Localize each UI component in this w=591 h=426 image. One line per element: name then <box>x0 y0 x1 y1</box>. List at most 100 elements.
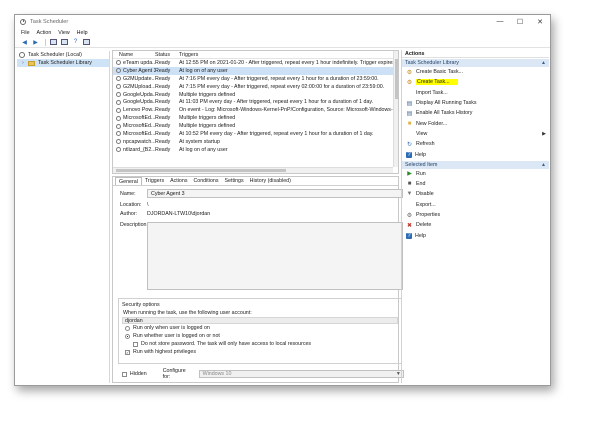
disable-icon: ▼ <box>406 191 413 198</box>
table-row[interactable]: G2MUpload... Ready At 7:15 PM every day - … <box>113 83 398 91</box>
action-run[interactable]: ▶ Run <box>402 169 549 179</box>
tree-item-root[interactable]: Task Scheduler (Local) <box>17 51 109 59</box>
collapse-icon[interactable]: ▲ <box>541 162 546 168</box>
action-label: New Folder... <box>416 120 448 127</box>
tab-triggers[interactable]: Triggers <box>142 177 167 185</box>
configure-value: Windows 10 <box>202 371 232 377</box>
action-label: Help <box>415 151 426 158</box>
table-row[interactable]: Lenovo Pow... Ready On event - Log: Micros… <box>113 106 398 114</box>
menu-action[interactable]: Action <box>37 30 52 36</box>
table-row[interactable]: eTeam upda... Ready At 12:55 PM on 2021-01… <box>113 59 398 67</box>
author-label: Author: <box>120 211 138 217</box>
section-task-scheduler-library[interactable]: Task Scheduler Library ▲ <box>402 59 549 67</box>
option-no-store-password[interactable]: Do not store password. The task will onl… <box>122 340 398 348</box>
option-no-store-label: Do not store password. The task will onl… <box>141 341 312 347</box>
column-header-name[interactable]: Name <box>113 52 155 58</box>
maximize-button[interactable]: ☐ <box>510 15 530 28</box>
scroll-thumb[interactable] <box>116 169 286 172</box>
expand-chevron-icon[interactable]: › <box>20 60 26 66</box>
horizontal-scrollbar[interactable] <box>113 167 393 173</box>
table-row[interactable]: npcapwatch... Ready At system startup <box>113 138 398 146</box>
table-row[interactable]: ntlizard_{B2... Ready At log on of any use… <box>113 146 398 154</box>
configure-label: Configure for: <box>162 368 186 380</box>
scroll-thumb[interactable] <box>395 59 398 99</box>
tab-history[interactable]: History (disabled) <box>247 177 294 185</box>
radio-whether-logged-on[interactable] <box>125 333 130 339</box>
table-row[interactable]: MicrosoftEd... Ready At 10:52 PM every day… <box>113 130 398 138</box>
checkbox-highest-privileges[interactable]: ✓ <box>125 349 130 355</box>
option-logged-on[interactable]: Run only when user is logged on <box>122 324 398 332</box>
up-folder-icon[interactable] <box>49 38 58 46</box>
library-actions: ⚙ Create Basic Task... ⚙ Create Task... Impo… <box>402 67 549 160</box>
action-help[interactable]: ? Help <box>402 230 549 240</box>
task-name: Cyber Agent 3 <box>123 67 155 74</box>
close-button[interactable]: ✕ <box>530 15 550 28</box>
configure-for-select[interactable]: Windows 10 ▼ <box>198 370 404 378</box>
name-field[interactable]: Cyber Agent 3 <box>147 189 403 198</box>
task-name: GoogleUpda... <box>123 99 155 106</box>
hidden-label: Hidden <box>129 371 147 377</box>
table-row[interactable]: GoogleUpda... Ready At 11:03 PM every day … <box>113 98 398 106</box>
action-import-task[interactable]: Import Task... <box>402 88 549 98</box>
task-status: Ready <box>155 107 171 114</box>
show-hide-action-pane-icon[interactable] <box>82 38 91 46</box>
action-new-folder[interactable]: ■ New Folder... <box>402 118 549 128</box>
table-row[interactable]: G2MUpdate... Ready At 7:16 PM every day - … <box>113 75 398 83</box>
tree-item-library[interactable]: › Task Scheduler Library <box>17 59 109 67</box>
action-export[interactable]: Export... <box>402 200 549 210</box>
menu-file[interactable]: File <box>21 30 30 36</box>
section-selected-label: Selected Item <box>405 161 438 168</box>
toolbar: ◀ ▶ ? <box>15 37 550 48</box>
action-view[interactable]: View ▶ <box>402 129 549 139</box>
radio-logged-on[interactable] <box>125 325 130 331</box>
checkbox-no-store-password[interactable] <box>133 341 138 347</box>
action-enable-all-tasks-history[interactable]: ▤ Enable All Tasks History <box>402 108 549 118</box>
table-row[interactable]: MicrosoftEd... Ready Multiple triggers def… <box>113 114 398 122</box>
action-end[interactable]: ■ End <box>402 179 549 189</box>
task-icon <box>116 76 121 82</box>
action-create-task[interactable]: ⚙ Create Task... <box>402 77 549 87</box>
table-row[interactable]: Cyber Agent 3 Ready At log on of any user <box>113 66 398 75</box>
minimize-button[interactable]: — <box>490 15 510 28</box>
section-library-label: Task Scheduler Library <box>405 60 459 66</box>
action-delete[interactable]: ✖ Delete <box>402 220 549 230</box>
back-arrow-icon[interactable]: ◀ <box>20 38 29 46</box>
menu-view[interactable]: View <box>58 30 69 36</box>
help-toolbar-icon[interactable]: ? <box>71 38 80 46</box>
action-label: Import Task... <box>416 89 448 96</box>
action-display-all-running-tasks[interactable]: ▤ Display All Running Tasks <box>402 98 549 108</box>
task-name-cell: MicrosoftEd... <box>113 123 155 129</box>
create-basic-task-icon: ⚙ <box>406 69 413 76</box>
action-help[interactable]: ? Help <box>402 149 549 159</box>
action-create-basic-task[interactable]: ⚙ Create Basic Task... <box>402 67 549 77</box>
task-name: eTeam upda... <box>123 59 155 66</box>
navigation-tree: Task Scheduler (Local) › Task Scheduler … <box>17 51 110 383</box>
collapse-icon[interactable]: ▲ <box>541 60 546 66</box>
tab-conditions[interactable]: Conditions <box>190 177 221 185</box>
vertical-scrollbar[interactable] <box>393 51 398 167</box>
task-icon <box>116 131 121 137</box>
security-options: Security options When running the task, … <box>118 298 402 364</box>
table-row[interactable]: GoogleUpda... Ready Multiple triggers defi… <box>113 91 398 99</box>
option-whether-logged-on[interactable]: Run whether user is logged on or not <box>122 332 398 340</box>
column-header-status[interactable]: Status <box>155 52 179 58</box>
task-name-cell: GoogleUpda... <box>113 92 155 98</box>
description-field[interactable] <box>147 222 403 290</box>
option-highest-privileges[interactable]: ✓ Run with highest privileges <box>122 348 398 356</box>
action-refresh[interactable]: ↻ Refresh <box>402 139 549 149</box>
action-properties[interactable]: ⚙ Properties <box>402 210 549 220</box>
tab-general[interactable]: General <box>115 177 142 185</box>
section-selected-item[interactable]: Selected Item ▲ <box>402 160 549 169</box>
forward-arrow-icon[interactable]: ▶ <box>31 38 40 46</box>
action-disable[interactable]: ▼ Disable <box>402 189 549 199</box>
run-icon: ▶ <box>407 171 412 178</box>
help-icon: ? <box>406 151 412 158</box>
tab-actions[interactable]: Actions <box>167 177 190 185</box>
menu-help[interactable]: Help <box>77 30 88 36</box>
tab-settings[interactable]: Settings <box>222 177 247 185</box>
show-hide-tree-icon[interactable] <box>60 38 69 46</box>
column-header-triggers[interactable]: Triggers <box>179 52 398 58</box>
table-row[interactable]: MicrosoftEd... Ready Multiple triggers def… <box>113 122 398 130</box>
checkbox-hidden[interactable] <box>122 371 127 377</box>
task-status: Ready <box>155 67 171 74</box>
